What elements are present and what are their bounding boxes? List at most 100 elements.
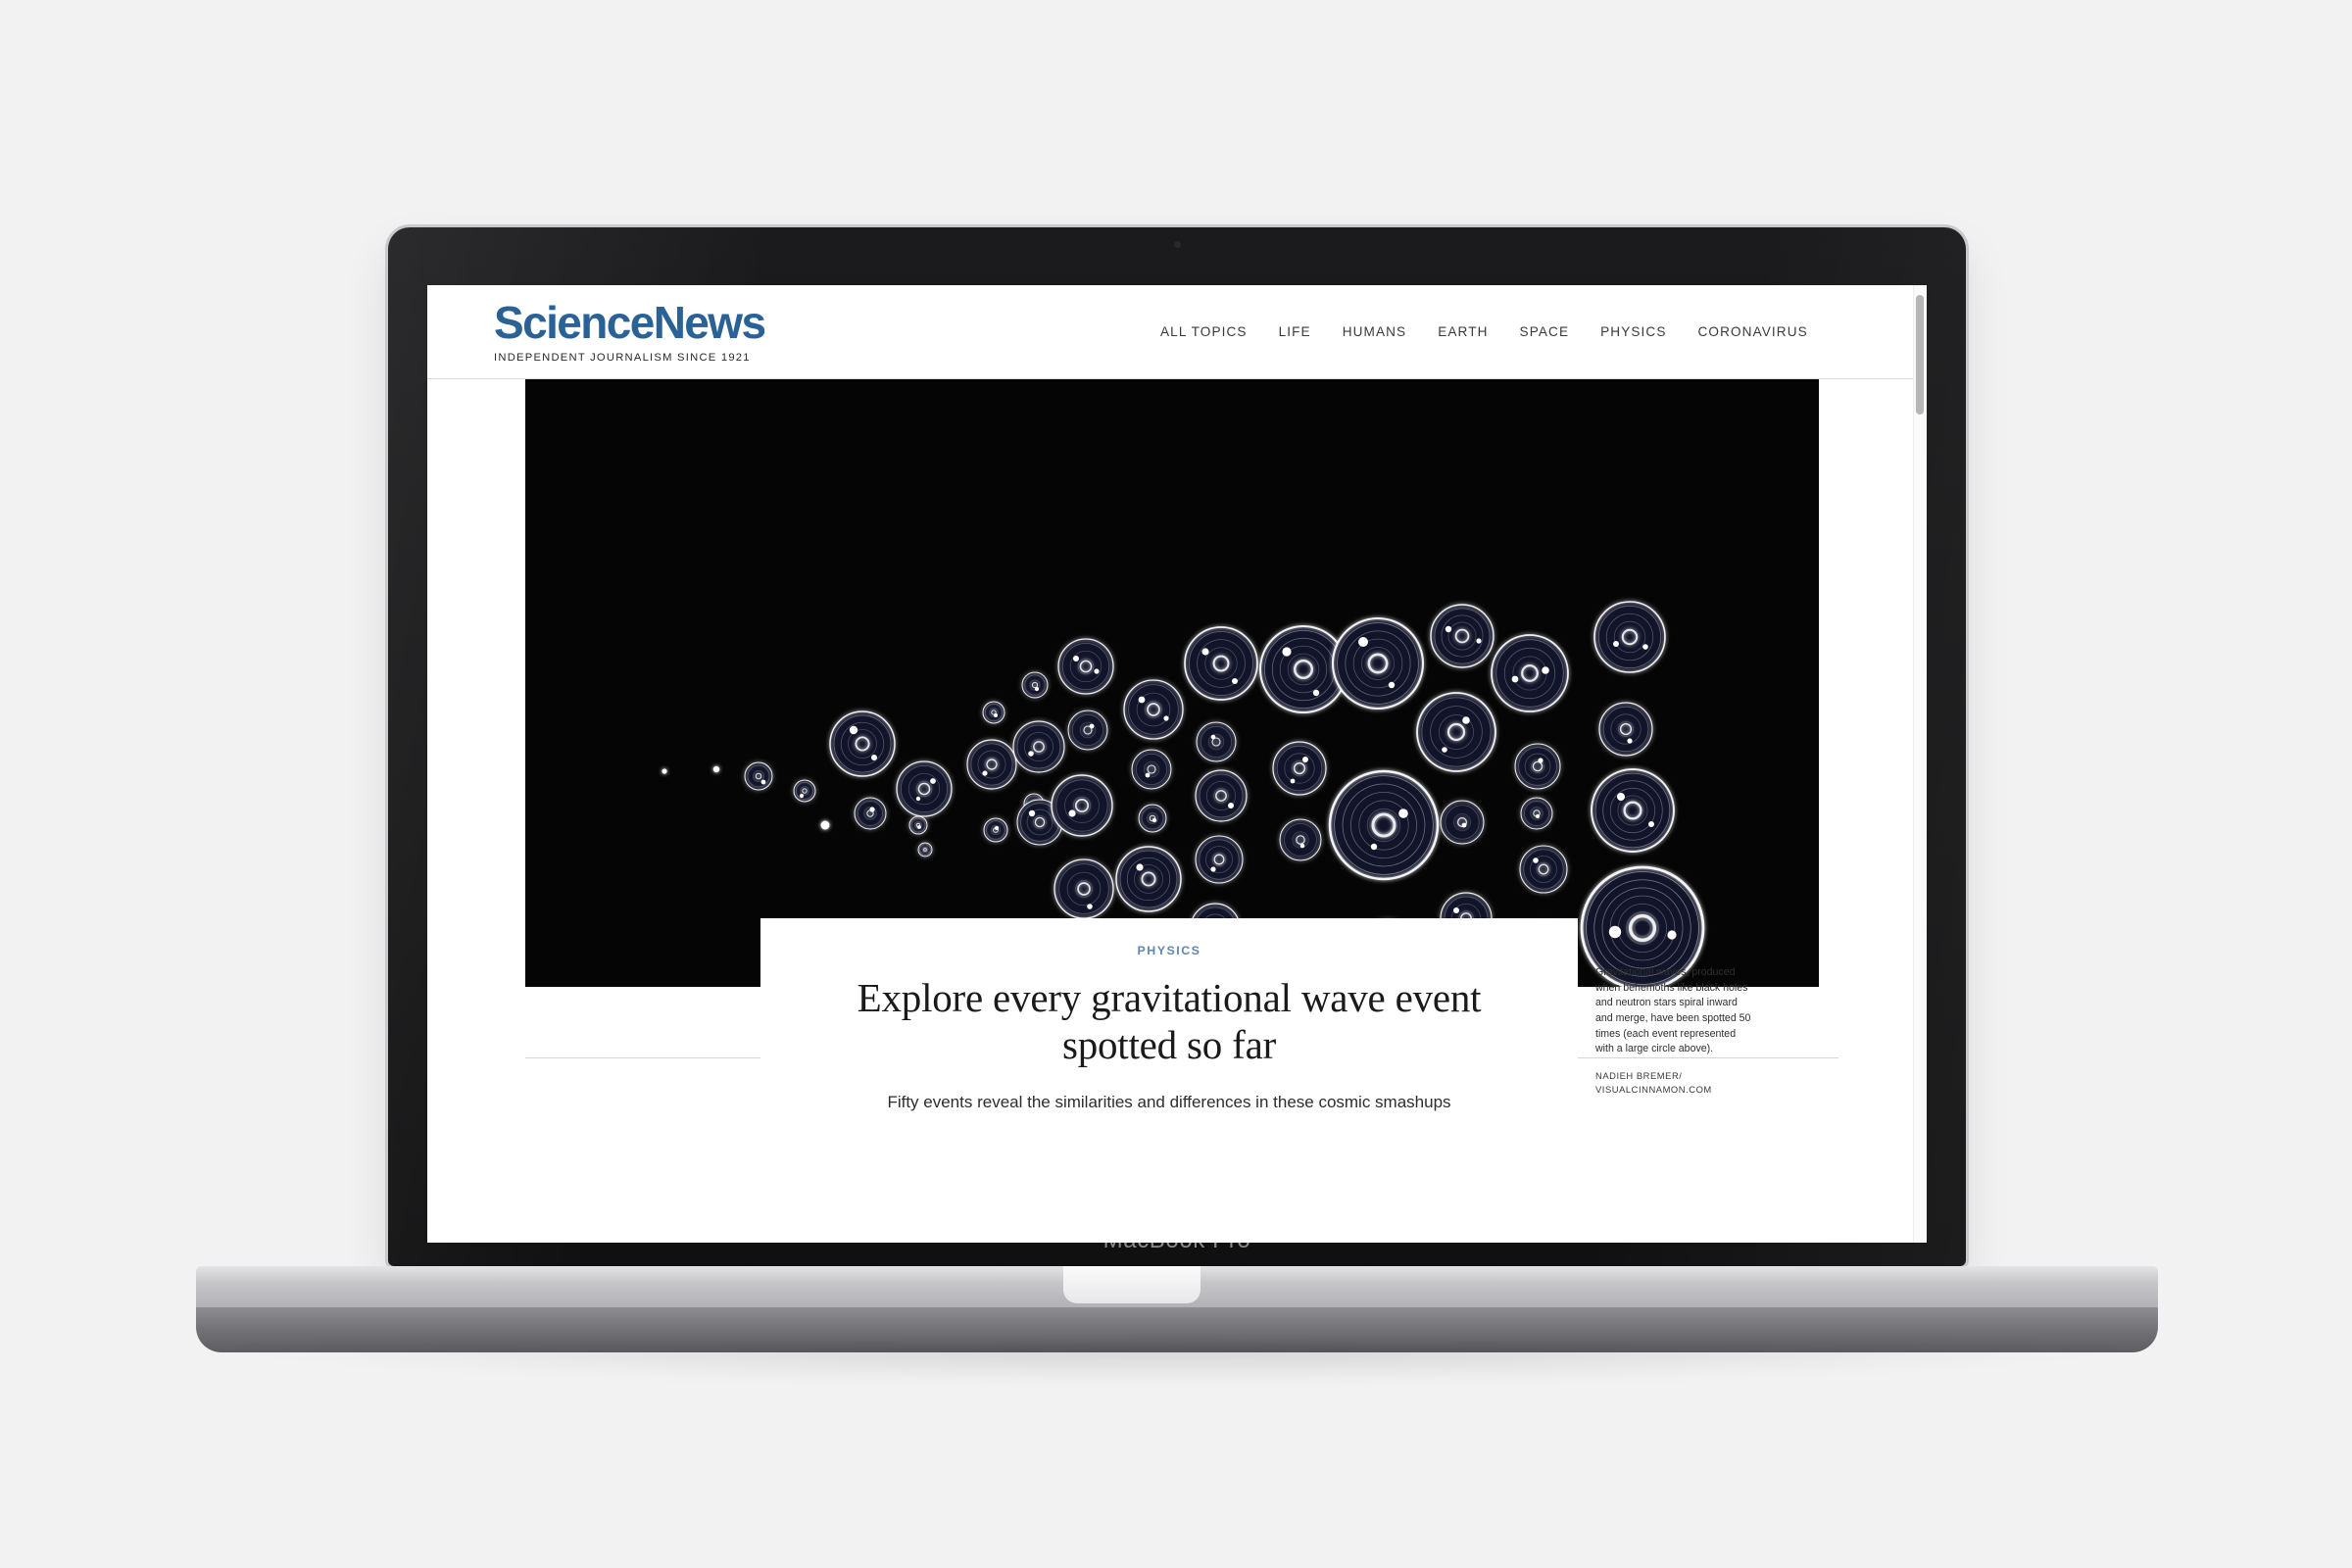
hero-section: PHYSICS Explore every gravitational wave… xyxy=(427,379,1927,1124)
merger-object-dot xyxy=(1445,625,1452,633)
merger-object-dot xyxy=(1068,809,1076,817)
nav-earth[interactable]: EARTH xyxy=(1438,324,1488,339)
wave-event[interactable] xyxy=(793,779,816,803)
wave-event[interactable] xyxy=(1115,846,1182,912)
wave-event[interactable] xyxy=(1591,768,1675,853)
webcam-icon xyxy=(1173,241,1181,248)
merger-object-dot xyxy=(849,725,858,735)
merger-object-dot xyxy=(1073,656,1079,662)
wave-event[interactable] xyxy=(1196,721,1237,762)
wave-event[interactable] xyxy=(966,739,1017,790)
merger-object-dot xyxy=(1094,668,1100,674)
wave-event[interactable] xyxy=(1067,710,1108,751)
merger-object-dot xyxy=(1462,716,1470,724)
merger-object-dot xyxy=(1613,641,1619,647)
wave-event[interactable] xyxy=(854,797,887,830)
nav-all-topics[interactable]: ALL TOPICS xyxy=(1160,324,1248,339)
merger-object-dot xyxy=(1312,689,1320,697)
merger-object-dot xyxy=(915,796,921,802)
wave-event[interactable] xyxy=(744,761,773,791)
merger-object-dot xyxy=(1648,821,1654,827)
merger-object-dot xyxy=(1511,675,1519,683)
merger-object-dot xyxy=(995,826,999,830)
merger-object-dot xyxy=(1442,747,1447,753)
merger-object-dot xyxy=(1667,930,1677,940)
wave-event[interactable] xyxy=(820,820,830,830)
gravitational-wave-chart xyxy=(643,379,1705,987)
wave-event[interactable] xyxy=(1138,804,1167,833)
wave-event[interactable] xyxy=(1491,634,1569,712)
merger-object-dot xyxy=(1028,751,1034,757)
wave-event[interactable] xyxy=(983,817,1008,843)
wave-event[interactable] xyxy=(1514,743,1561,790)
wave-event[interactable] xyxy=(662,768,667,774)
wave-event[interactable] xyxy=(982,701,1005,724)
merger-object-dot xyxy=(1299,843,1305,849)
merger-object-dot xyxy=(1370,843,1378,851)
wave-event[interactable] xyxy=(712,765,720,773)
wave-event[interactable] xyxy=(1012,720,1065,773)
wave-event[interactable] xyxy=(896,760,953,817)
wave-event[interactable] xyxy=(1416,692,1496,772)
wave-event[interactable] xyxy=(1598,702,1653,757)
merger-object-dot xyxy=(1087,904,1093,909)
nav-physics[interactable]: PHYSICS xyxy=(1600,324,1666,339)
merger-object-dot xyxy=(1089,723,1095,729)
wave-event[interactable] xyxy=(1054,858,1114,919)
site-logo[interactable]: ScienceNews INDEPENDENT JOURNALISM SINCE… xyxy=(494,297,766,364)
nav-life[interactable]: LIFE xyxy=(1279,324,1311,339)
nav-humans[interactable]: HUMANS xyxy=(1343,324,1407,339)
merger-object-dot xyxy=(1302,757,1308,762)
merger-object-dot xyxy=(1358,637,1368,647)
merger-object-dot xyxy=(871,755,877,760)
wave-event[interactable] xyxy=(1195,835,1244,884)
article-deck: Fifty events reveal the similarities and… xyxy=(887,1092,1451,1111)
merger-object-dot xyxy=(1538,758,1544,763)
wave-event[interactable] xyxy=(908,815,928,835)
logo-tagline: INDEPENDENT JOURNALISM SINCE 1921 xyxy=(494,352,751,364)
merger-object-dot xyxy=(1608,925,1622,939)
nav-space[interactable]: SPACE xyxy=(1520,324,1570,339)
wave-event[interactable] xyxy=(1328,769,1440,881)
merger-object-dot xyxy=(917,825,921,829)
wave-event[interactable] xyxy=(1519,845,1568,894)
merger-object-dot xyxy=(994,713,998,717)
wave-event[interactable] xyxy=(1272,741,1327,796)
wave-event[interactable] xyxy=(1440,800,1485,845)
wave-event[interactable] xyxy=(1279,818,1322,861)
article-kicker[interactable]: PHYSICS xyxy=(800,944,1539,957)
article-headline: Explore every gravitational wave event s… xyxy=(857,975,1482,1067)
page-scrollbar-thumb[interactable] xyxy=(1916,295,1924,415)
merger-object-dot xyxy=(869,807,875,812)
logo-wordmark: ScienceNews xyxy=(494,297,766,348)
laptop-drop-shadow xyxy=(225,1345,2127,1384)
wave-event[interactable] xyxy=(1051,774,1113,837)
wave-event[interactable] xyxy=(1430,604,1494,668)
wave-event[interactable] xyxy=(1593,601,1666,673)
merger-object-dot xyxy=(1028,809,1036,817)
merger-object-dot xyxy=(1138,696,1146,704)
wave-event[interactable] xyxy=(1520,797,1553,830)
laptop-mockup: MacBook Pro ScienceNews INDEPENDENT JOUR… xyxy=(0,0,2352,1568)
wave-event[interactable] xyxy=(1123,679,1184,740)
merger-object-dot xyxy=(1034,686,1040,692)
wave-event[interactable] xyxy=(1131,749,1172,790)
nav-coronavirus[interactable]: CORONAVIRUS xyxy=(1698,324,1808,339)
merger-object-dot xyxy=(1210,734,1216,740)
merger-object-dot xyxy=(1163,715,1169,721)
site-header: ScienceNews INDEPENDENT JOURNALISM SINCE… xyxy=(427,285,1927,379)
gravitational-wave-visualization[interactable] xyxy=(525,379,1819,987)
wave-event[interactable] xyxy=(1021,671,1049,699)
wave-event[interactable] xyxy=(1184,626,1258,701)
wave-event[interactable] xyxy=(1195,769,1248,822)
merger-object-dot xyxy=(1232,678,1238,684)
wave-event[interactable] xyxy=(917,842,933,858)
page-scrollbar-track[interactable] xyxy=(1913,285,1927,1243)
wave-event[interactable] xyxy=(1057,638,1114,695)
wave-event[interactable] xyxy=(1331,616,1425,710)
wave-event[interactable] xyxy=(829,710,896,777)
merger-object-dot xyxy=(1476,638,1482,644)
image-caption: Gravitational waves, produced when behem… xyxy=(1595,966,1751,1055)
merger-object-dot xyxy=(1617,793,1625,801)
merger-object-dot xyxy=(1461,822,1467,828)
